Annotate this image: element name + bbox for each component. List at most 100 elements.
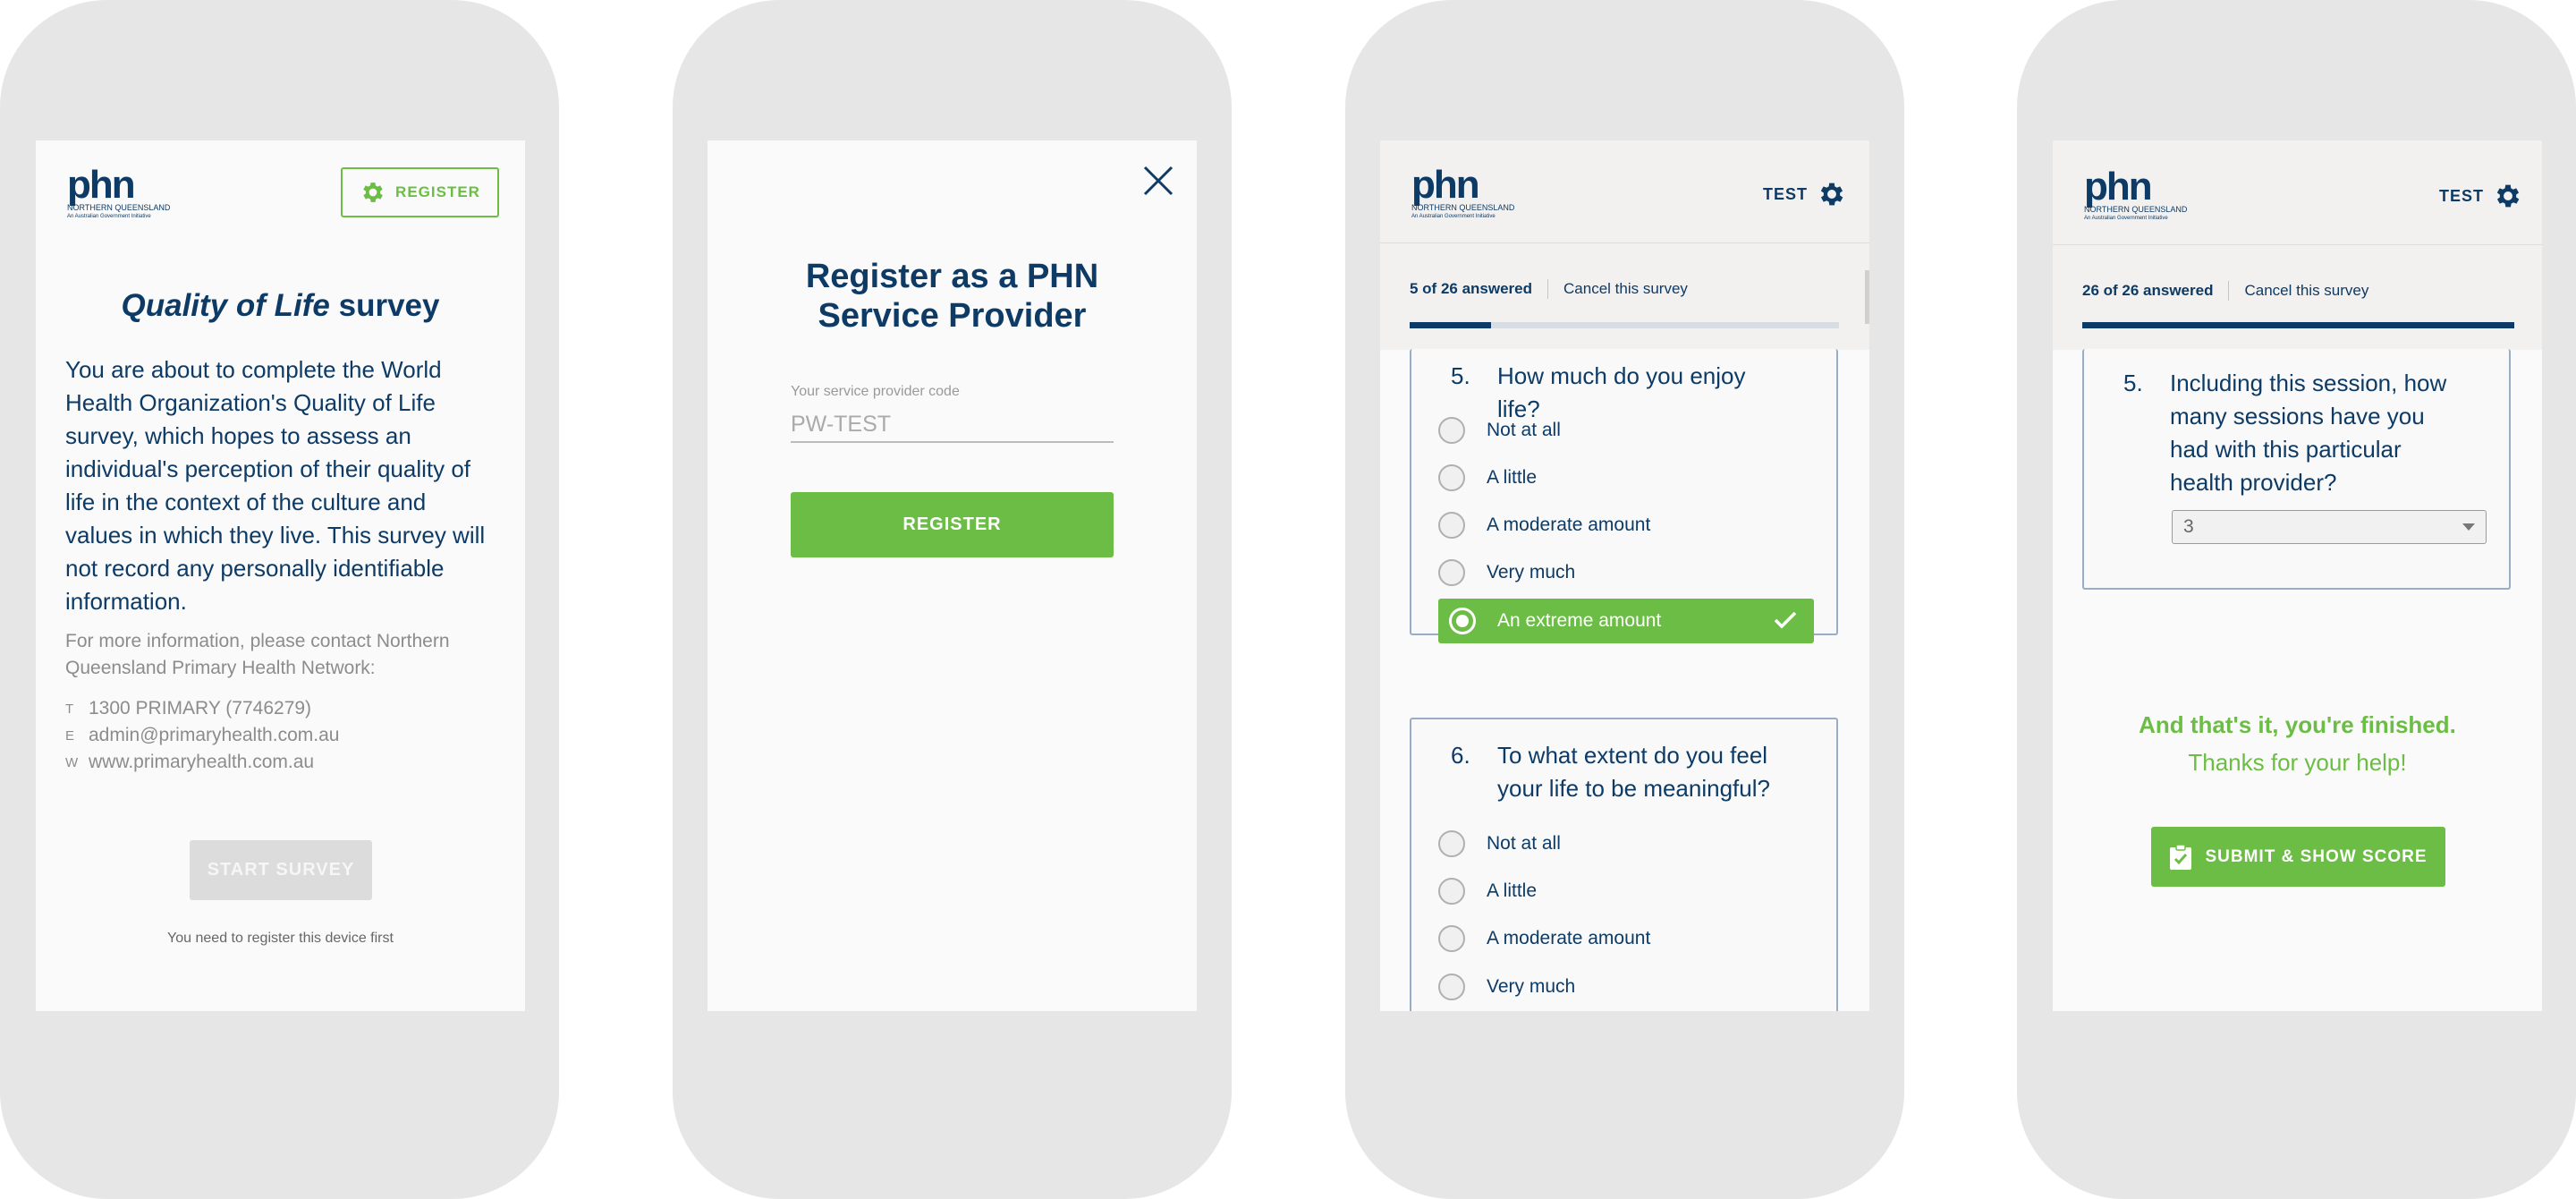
radio-button[interactable] [1438,512,1465,539]
radio-button[interactable] [1438,974,1465,1000]
question-number: 6. [1451,742,1470,769]
question-text: To what extent do you feel your life to … [1497,742,1770,802]
contact-email[interactable]: Eadmin@primaryhealth.com.au [65,725,339,748]
cancel-survey-link[interactable]: Cancel this survey [2244,282,2368,300]
register-device-note: You need to register this device first [167,931,394,946]
progress-info: 5 of 26 answered Cancel this survey [1410,279,1688,299]
register-button[interactable]: REGISTER [341,167,499,217]
answer-option[interactable]: Very much [1438,965,1814,1009]
question-title: 5. Including this session, how many sess… [2123,367,2490,496]
select-value: 3 [2183,516,2194,537]
app-header: phn NORTHERN QUEENSLAND An Australian Go… [2053,140,2542,245]
welcome-screen: phn NORTHERN QUEENSLAND An Australian Go… [36,140,525,1011]
phn-logo: phn NORTHERN QUEENSLAND An Australian Go… [1411,163,1515,221]
phone-frame-1: phn NORTHERN QUEENSLAND An Australian Go… [0,0,559,1199]
answer-option[interactable]: A moderate amount [1438,916,1814,961]
answered-count: 26 of 26 answered [2082,282,2214,299]
answer-option[interactable]: Not at all [1438,821,1814,866]
answer-label: A moderate amount [1487,928,1651,948]
contact-value: admin@primaryhealth.com.au [89,725,340,745]
finished-heading: And that's it, you're finished. [2139,711,2456,738]
progress-bar [1410,322,1839,328]
phone-frame-2: Register as a PHN Service Provider Your … [673,0,1232,1199]
provider-code-label: Your service provider code [791,384,960,399]
start-survey-button[interactable]: START SURVEY [190,840,372,900]
chevron-down-icon [2462,523,2475,531]
divider [1547,279,1549,299]
gear-icon [2496,184,2520,208]
answer-label: An extreme amount [1497,610,1662,631]
contact-value: 1300 PRIMARY (7746279) [89,698,312,719]
contact-website[interactable]: Wwww.primaryhealth.com.au [65,752,314,775]
clipboard-check-icon [2170,843,2192,870]
radio-button[interactable] [1438,417,1465,444]
logo-region: NORTHERN QUEENSLAND [1411,203,1515,212]
answer-label: A little [1487,880,1538,901]
submit-show-score-button[interactable]: SUBMIT & SHOW SCORE [2151,827,2445,887]
register-title: Register as a PHN Service Provider [805,258,1099,335]
thanks-text: Thanks for your help! [2188,749,2407,776]
settings-button[interactable]: TEST [2439,181,2523,211]
survey-complete-screen: phn NORTHERN QUEENSLAND An Australian Go… [2053,140,2542,1011]
contact-key: T [65,702,74,717]
logo-region: NORTHERN QUEENSLAND [2084,205,2188,214]
answer-label: A little [1487,467,1538,488]
answer-label: Not at all [1487,420,1561,440]
contact-key: W [65,755,79,770]
provider-code-input[interactable] [791,407,1114,443]
radio-button[interactable] [1438,925,1465,952]
answer-label: A moderate amount [1487,514,1651,535]
radio-button[interactable] [1438,559,1465,586]
test-label: TEST [2439,186,2485,205]
question-card-6: 6. To what extent do you feel your life … [1410,718,1838,1011]
radio-button-selected[interactable] [1449,608,1476,634]
answer-option[interactable]: A little [1438,869,1814,914]
progress-info: 26 of 26 answered Cancel this survey [2082,281,2368,301]
survey-title-rest: survey [329,288,440,323]
gear-icon [1820,183,1843,206]
survey-title: Quality of Life survey [36,288,525,324]
register-button-label: REGISTER [395,183,480,200]
phone-frame-4: phn NORTHERN QUEENSLAND An Australian Go… [2017,0,2576,1199]
answer-option[interactable]: A little [1438,455,1814,500]
sessions-select[interactable]: 3 [2172,510,2487,544]
survey-title-italic: Quality of Life [121,288,330,323]
scrollbar[interactable] [1865,270,1869,324]
logo-region: NORTHERN QUEENSLAND [67,203,171,212]
logo-brand: phn [1411,163,1480,207]
answer-option[interactable]: Very much [1438,550,1814,595]
radio-button[interactable] [1438,878,1465,905]
progress-header: 5 of 26 answered Cancel this survey [1380,243,1869,350]
question-card-5: 5. How much do you enjoy life? Not at al… [1410,349,1838,643]
phn-logo: phn NORTHERN QUEENSLAND An Australian Go… [2084,165,2188,223]
radio-button[interactable] [1438,464,1465,491]
contact-key: E [65,728,75,744]
question-text: Including this session, how many session… [2170,370,2447,496]
contact-value: www.primaryhealth.com.au [89,752,315,772]
logo-brand: phn [2084,165,2153,208]
question-card-5: 5. Including this session, how many sess… [2082,349,2511,590]
question-title: 6. To what extent do you feel your life … [1451,739,1818,802]
register-screen: Register as a PHN Service Provider Your … [708,140,1197,1011]
close-icon[interactable] [1140,163,1176,199]
checkmark-icon [1774,611,1797,629]
answer-option-selected[interactable]: An extreme amount [1438,599,1814,643]
register-submit-button[interactable]: REGISTER [791,492,1114,557]
answer-label: Very much [1487,976,1576,997]
cancel-survey-link[interactable]: Cancel this survey [1563,280,1688,298]
question-title: 5. How much do you enjoy life? [1451,360,1818,422]
logo-tagline: An Australian Government Initiative [1411,214,1496,219]
survey-intro-text: You are about to complete the World Heal… [65,356,486,615]
survey-question-screen: phn NORTHERN QUEENSLAND An Australian Go… [1380,140,1869,1011]
progress-bar-fill [2082,322,2514,328]
answer-option[interactable]: Not at all [1438,408,1814,453]
answer-option[interactable]: A moderate amount [1438,503,1814,548]
question-number: 5. [2123,370,2143,396]
settings-button[interactable]: TEST [1763,179,1847,209]
gear-icon [363,183,383,202]
logo-tagline: An Australian Government Initiative [2084,216,2168,221]
progress-bar-fill [1410,322,1492,328]
phn-logo: phn NORTHERN QUEENSLAND An Australian Go… [67,166,171,221]
divider [2228,281,2230,301]
radio-button[interactable] [1438,830,1465,857]
